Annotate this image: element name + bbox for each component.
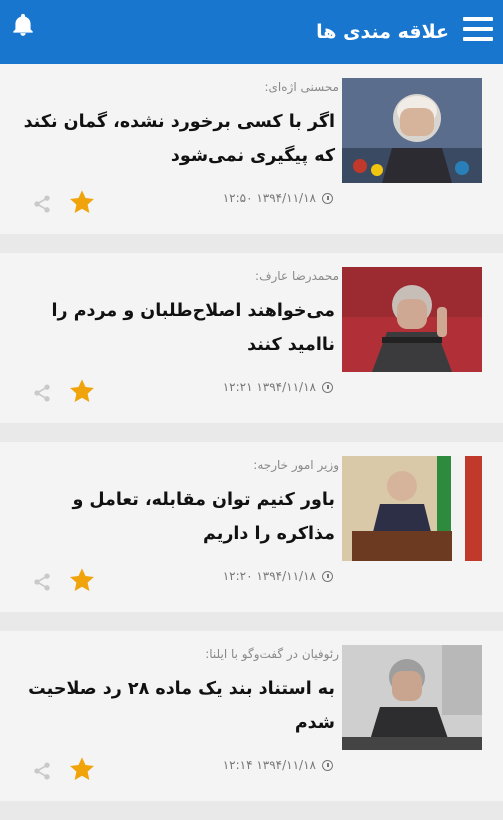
star-icon[interactable] [68, 377, 96, 405]
star-icon[interactable] [68, 566, 96, 594]
article-meta: ۱۳۹۴/۱۱/۱۸ ۱۲:۲۱ [223, 380, 333, 394]
list-item[interactable]: محمدرضا عارف: می‌خواهند اصلاح‌طلبان و مر… [0, 253, 503, 423]
hamburger-icon[interactable] [463, 17, 493, 47]
article-meta: ۱۳۹۴/۱۱/۱۸ ۱۲:۵۰ [223, 191, 333, 205]
article-datetime: ۱۳۹۴/۱۱/۱۸ ۱۲:۱۴ [222, 758, 316, 772]
article-source: محسنی اژه‌ای: [264, 80, 339, 94]
article-datetime: ۱۳۹۴/۱۱/۱۸ ۱۲:۲۱ [222, 380, 316, 394]
clock-icon [322, 192, 333, 204]
article-source: رئوفیان در گفت‌وگو با ایلنا: [205, 647, 339, 661]
star-icon[interactable] [68, 755, 96, 783]
article-datetime: ۱۳۹۴/۱۱/۱۸ ۱۲:۵۰ [222, 191, 316, 205]
article-headline[interactable]: به استناد بند یک ماده ۲۸ رد صلاحیت شدم [15, 672, 335, 740]
list-item[interactable]: وزیر امور خارجه: باور کنیم توان مقابله، … [0, 442, 503, 612]
article-source: محمدرضا عارف: [255, 269, 339, 283]
share-icon[interactable] [32, 572, 52, 592]
article-headline[interactable]: اگر با کسی برخورد نشده، گمان نکند که پیگ… [15, 105, 335, 173]
article-meta: ۱۳۹۴/۱۱/۱۸ ۱۲:۲۰ [223, 569, 333, 583]
article-photo [342, 267, 482, 372]
list-item[interactable]: رئوفیان در گفت‌وگو با ایلنا: به استناد ب… [0, 631, 503, 801]
share-icon[interactable] [32, 383, 52, 403]
clock-icon [322, 759, 333, 771]
app-header: علاقه مندی ها [0, 0, 503, 64]
article-source: وزیر امور خارجه: [253, 458, 339, 472]
article-meta: ۱۳۹۴/۱۱/۱۸ ۱۲:۱۴ [223, 758, 333, 772]
article-headline[interactable]: می‌خواهند اصلاح‌طلبان و مردم را ناامید ک… [15, 294, 335, 362]
clock-icon [322, 570, 333, 582]
article-headline[interactable]: باور کنیم توان مقابله، تعامل و مذاکره را… [15, 483, 335, 551]
article-datetime: ۱۳۹۴/۱۱/۱۸ ۱۲:۲۰ [222, 569, 316, 583]
clock-icon [322, 381, 333, 393]
article-photo [342, 78, 482, 183]
favorites-list: محسنی اژه‌ای: اگر با کسی برخورد نشده، گم… [0, 64, 503, 820]
article-photo [342, 456, 482, 561]
share-icon[interactable] [32, 194, 52, 214]
list-item[interactable]: محسنی اژه‌ای: اگر با کسی برخورد نشده، گم… [0, 64, 503, 234]
star-icon[interactable] [68, 188, 96, 216]
bell-icon[interactable] [10, 12, 36, 38]
article-photo [342, 645, 482, 750]
page-title: علاقه مندی ها [316, 21, 449, 43]
share-icon[interactable] [32, 761, 52, 781]
